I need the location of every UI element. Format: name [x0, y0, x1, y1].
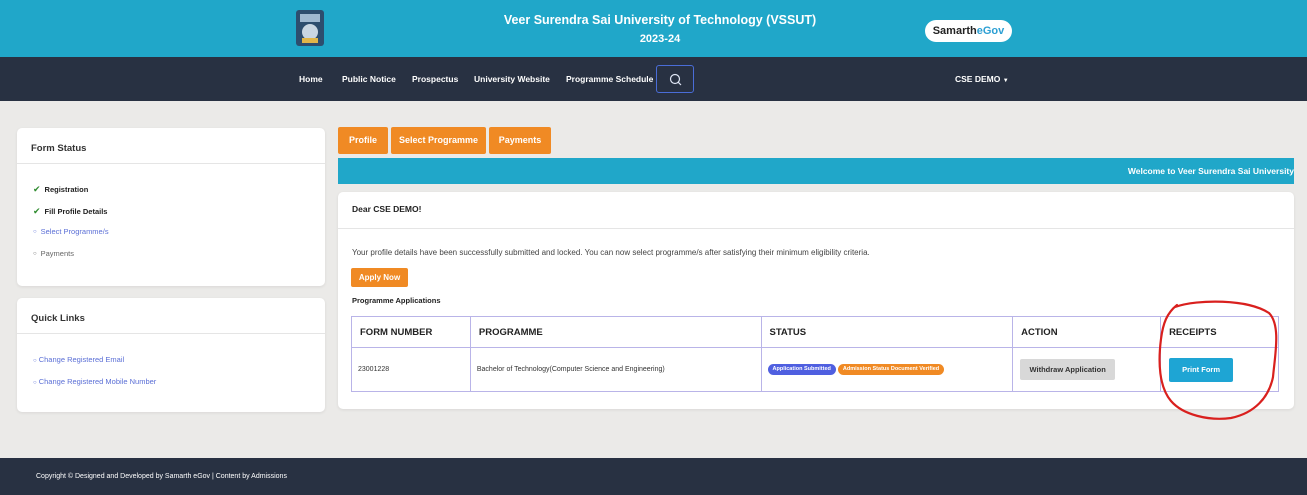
- form-status-title: Form Status: [17, 128, 325, 164]
- status-badge-submitted: Application Submitted: [767, 364, 836, 375]
- greeting: Dear CSE DEMO!: [352, 204, 422, 214]
- footer: Copyright © Designed and Developed by Sa…: [0, 458, 1307, 495]
- nav-programme-schedule[interactable]: Programme Schedule: [566, 57, 653, 101]
- profile-message: Your profile details have been successfu…: [352, 248, 870, 257]
- top-header: Veer Surendra Sai University of Technolo…: [0, 0, 1307, 57]
- circle-icon: ○: [33, 380, 37, 386]
- status-label: Payments: [40, 249, 74, 258]
- main-card: Dear CSE DEMO! Your profile details have…: [338, 192, 1294, 409]
- action-cell: Withdraw Application: [1012, 347, 1162, 392]
- tab-payments[interactable]: Payments: [489, 127, 551, 154]
- status-payments: ○ Payments: [33, 249, 74, 258]
- circle-icon: ○: [33, 358, 37, 364]
- status-badge-verified: Admission Status Document Verified: [837, 364, 945, 375]
- status-cell: Application Submitted Admission Status Do…: [760, 347, 1014, 392]
- university-logo: [296, 10, 324, 46]
- status-label: Fill Profile Details: [44, 207, 108, 216]
- quick-links-card: Quick Links ○ Change Registered Email ○ …: [17, 298, 325, 412]
- column-header: FORM NUMBER: [351, 316, 471, 348]
- egov-text: eGov: [976, 25, 1005, 37]
- academic-year: 2023-24: [639, 33, 681, 45]
- main-navbar: Home Public Notice Prospectus University…: [0, 57, 1307, 101]
- samarth-egov-logo[interactable]: SamartheGov: [925, 20, 1012, 42]
- change-mobile-link[interactable]: ○ Change Registered Mobile Number: [33, 377, 156, 386]
- programme-cell: Bachelor of Technology(Computer Science …: [469, 347, 762, 392]
- check-icon: ✔: [33, 206, 41, 216]
- welcome-banner: Welcome to Veer Surendra Sai University: [338, 158, 1294, 184]
- print-form-button[interactable]: Print Form: [1169, 357, 1234, 382]
- programme-applications-label: Programme Applications: [352, 296, 441, 305]
- samarth-text: Samarth: [932, 25, 977, 37]
- applications-table: FORM NUMBER PROGRAMME STATUS ACTION RECE…: [351, 316, 1279, 392]
- search-button[interactable]: [656, 65, 694, 93]
- link-label: Change Registered Email: [38, 355, 125, 364]
- divider: [338, 228, 1294, 229]
- check-icon: ✔: [33, 184, 41, 194]
- table-header-row: FORM NUMBER PROGRAMME STATUS ACTION RECE…: [351, 316, 1279, 348]
- nav-home[interactable]: Home: [299, 57, 323, 101]
- nav-public-notice[interactable]: Public Notice: [342, 57, 396, 101]
- table-row: 23001228 Bachelor of Technology(Computer…: [351, 347, 1279, 392]
- tab-select-programme[interactable]: Select Programme: [391, 127, 486, 154]
- user-menu[interactable]: CSE DEMO ▼: [955, 57, 1009, 101]
- form-status-card: Form Status ✔ Registration ✔ Fill Profil…: [17, 128, 325, 286]
- university-title: Veer Surendra Sai University of Technolo…: [503, 13, 817, 27]
- caret-down-icon: ▼: [1002, 78, 1009, 84]
- change-email-link[interactable]: ○ Change Registered Email: [33, 355, 124, 364]
- nav-prospectus[interactable]: Prospectus: [412, 57, 458, 101]
- status-select-programme[interactable]: ○ Select Programme/s: [33, 227, 109, 236]
- status-registration: ✔ Registration: [33, 184, 88, 195]
- link-label: Change Registered Mobile Number: [38, 377, 157, 386]
- column-header: ACTION: [1012, 316, 1162, 348]
- withdraw-application-button[interactable]: Withdraw Application: [1020, 359, 1116, 380]
- circle-icon: ○: [33, 228, 37, 235]
- tab-profile[interactable]: Profile: [338, 127, 388, 154]
- column-header: RECEIPTS: [1160, 316, 1279, 348]
- status-label: Registration: [44, 185, 89, 194]
- apply-now-button[interactable]: Apply Now: [351, 268, 408, 287]
- receipts-cell: Print Form: [1160, 347, 1279, 392]
- column-header: PROGRAMME: [469, 316, 762, 348]
- form-number-cell: 23001228: [351, 347, 471, 392]
- circle-icon: ○: [33, 250, 37, 257]
- nav-university-website[interactable]: University Website: [474, 57, 550, 101]
- status-fill-profile: ✔ Fill Profile Details: [33, 206, 107, 217]
- column-header: STATUS: [760, 316, 1014, 348]
- user-name: CSE DEMO: [955, 74, 1001, 84]
- status-label: Select Programme/s: [40, 227, 109, 236]
- search-icon: [669, 73, 682, 86]
- quick-links-title: Quick Links: [17, 298, 325, 334]
